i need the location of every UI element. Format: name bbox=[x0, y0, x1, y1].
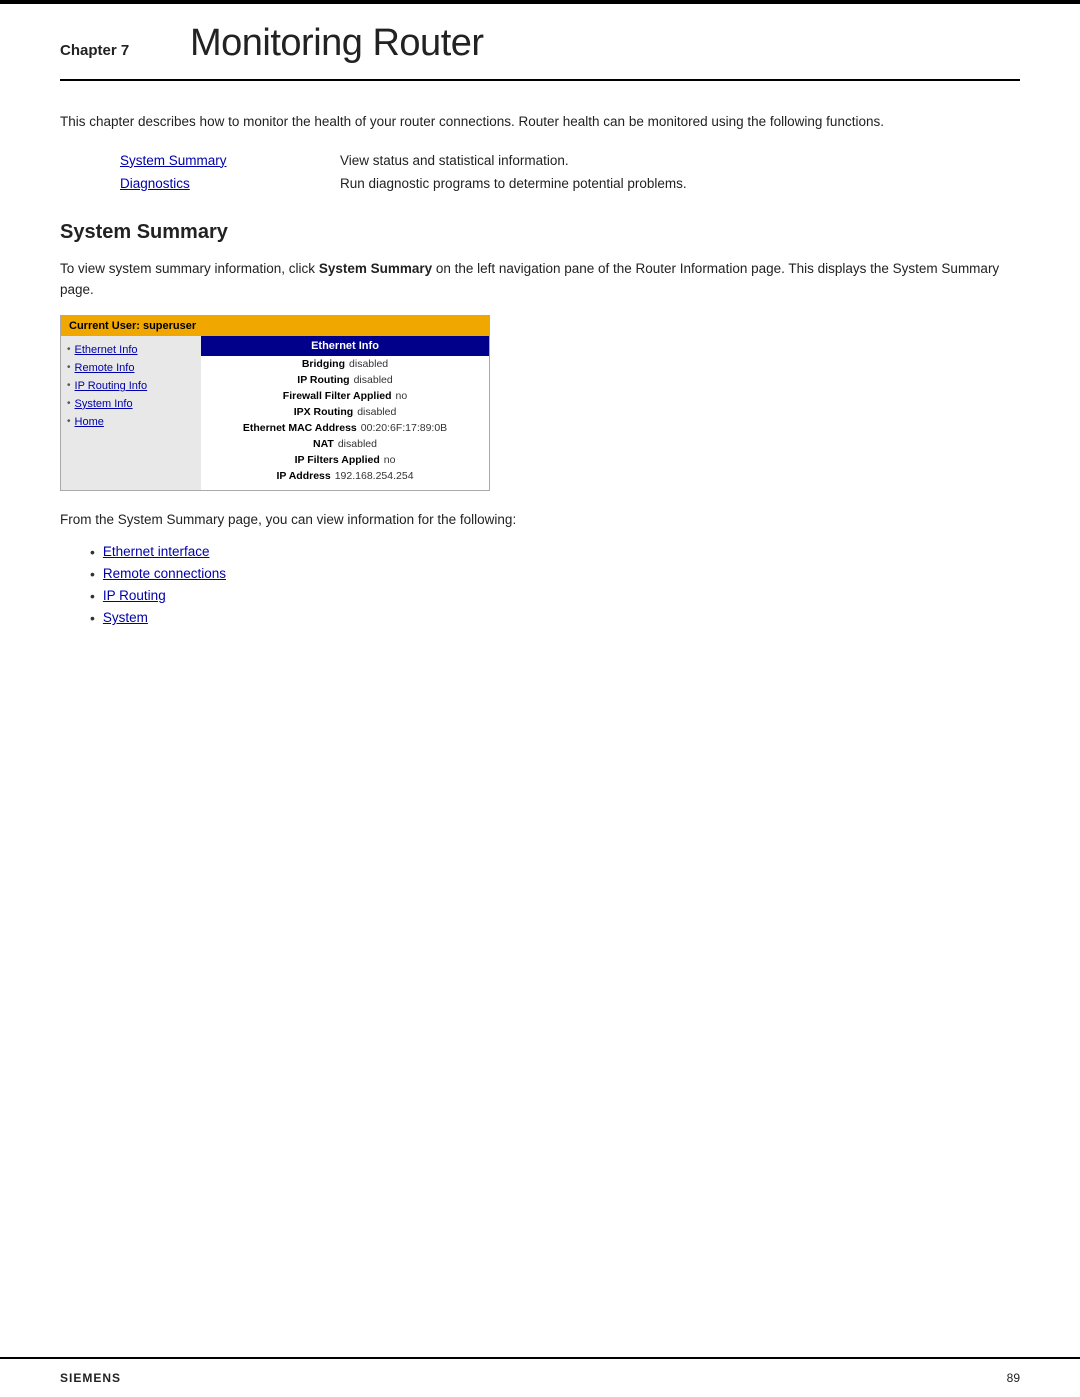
router-top-bar: Current User: superuser bbox=[61, 316, 489, 336]
system-summary-heading: System Summary bbox=[60, 221, 1020, 244]
value-ipfilters: no bbox=[384, 454, 396, 466]
nav-item-remote[interactable]: • Remote Info bbox=[67, 362, 195, 374]
bullet-5: • bbox=[67, 416, 71, 427]
info-row-ipxrouting: IPX Routing disabled bbox=[201, 404, 489, 420]
list-item-remote: Remote connections bbox=[90, 566, 1020, 582]
nav-link-remote[interactable]: Remote Info bbox=[75, 362, 135, 374]
footer: SIEMENS 89 bbox=[0, 1357, 1080, 1397]
label-bridging: Bridging bbox=[302, 358, 345, 370]
label-nat: NAT bbox=[313, 438, 334, 450]
chapter-header: Chapter 7 Monitoring Router bbox=[0, 4, 1080, 79]
info-row-ipaddress: IP Address 192.168.254.254 bbox=[201, 468, 489, 484]
value-bridging: disabled bbox=[349, 358, 388, 370]
info-row-bridging: Bridging disabled bbox=[201, 356, 489, 372]
features-list: Ethernet interface Remote connections IP… bbox=[90, 544, 1020, 626]
label-iprouting: IP Routing bbox=[297, 374, 349, 386]
info-row-nat: NAT disabled bbox=[201, 436, 489, 452]
bullet-4: • bbox=[67, 398, 71, 409]
list-item-system: System bbox=[90, 610, 1020, 626]
nav-link-system[interactable]: System Info bbox=[75, 398, 133, 410]
chapter-title: Monitoring Router bbox=[190, 22, 484, 65]
system-summary-link[interactable]: System Summary bbox=[120, 153, 260, 168]
value-iprouting: disabled bbox=[354, 374, 393, 386]
value-ipxrouting: disabled bbox=[357, 406, 396, 418]
intro-text: This chapter describes how to monitor th… bbox=[60, 111, 1020, 133]
label-ipxrouting: IPX Routing bbox=[294, 406, 354, 418]
after-screenshot-text: From the System Summary page, you can vi… bbox=[60, 509, 1020, 531]
value-nat: disabled bbox=[338, 438, 377, 450]
nav-item-iprouting[interactable]: • IP Routing Info bbox=[67, 380, 195, 392]
function-desc-2: Run diagnostic programs to determine pot… bbox=[340, 176, 687, 191]
diagnostics-link[interactable]: Diagnostics bbox=[120, 176, 260, 191]
list-item-iprouting: IP Routing bbox=[90, 588, 1020, 604]
label-ipfilters: IP Filters Applied bbox=[295, 454, 380, 466]
content-area: This chapter describes how to monitor th… bbox=[0, 81, 1080, 692]
bullet-3: • bbox=[67, 380, 71, 391]
bullet-2: • bbox=[67, 362, 71, 373]
footer-page: 89 bbox=[1007, 1371, 1020, 1385]
function-row-1: System Summary View status and statistic… bbox=[120, 153, 1020, 168]
router-nav: • Ethernet Info • Remote Info • IP Routi… bbox=[61, 336, 201, 490]
nav-item-home[interactable]: • Home bbox=[67, 416, 195, 428]
nav-link-ethernet[interactable]: Ethernet Info bbox=[75, 344, 138, 356]
system-link[interactable]: System bbox=[103, 610, 148, 625]
info-row-ipfilters: IP Filters Applied no bbox=[201, 452, 489, 468]
function-row-2: Diagnostics Run diagnostic programs to d… bbox=[120, 176, 1020, 191]
ip-routing-link[interactable]: IP Routing bbox=[103, 588, 166, 603]
router-content: Ethernet Info Bridging disabled IP Routi… bbox=[201, 336, 489, 490]
info-row-mac: Ethernet MAC Address 00:20:6F:17:89:0B bbox=[201, 420, 489, 436]
value-mac: 00:20:6F:17:89:0B bbox=[361, 422, 447, 434]
router-screenshot: Current User: superuser • Ethernet Info … bbox=[60, 315, 490, 491]
bullet-1: • bbox=[67, 344, 71, 355]
info-row-iprouting: IP Routing disabled bbox=[201, 372, 489, 388]
chapter-label: Chapter 7 bbox=[60, 42, 150, 59]
nav-link-home[interactable]: Home bbox=[75, 416, 104, 428]
label-firewall: Firewall Filter Applied bbox=[283, 390, 392, 402]
value-firewall: no bbox=[396, 390, 408, 402]
nav-item-ethernet[interactable]: • Ethernet Info bbox=[67, 344, 195, 356]
bold-system-summary: System Summary bbox=[319, 261, 432, 276]
system-summary-text: To view system summary information, clic… bbox=[60, 258, 1020, 301]
list-item-ethernet: Ethernet interface bbox=[90, 544, 1020, 560]
footer-brand: SIEMENS bbox=[60, 1371, 121, 1385]
label-ipaddress: IP Address bbox=[276, 470, 330, 482]
router-body: • Ethernet Info • Remote Info • IP Routi… bbox=[61, 336, 489, 490]
label-mac: Ethernet MAC Address bbox=[243, 422, 357, 434]
nav-item-system[interactable]: • System Info bbox=[67, 398, 195, 410]
ethernet-interface-link[interactable]: Ethernet interface bbox=[103, 544, 210, 559]
function-desc-1: View status and statistical information. bbox=[340, 153, 569, 168]
value-ipaddress: 192.168.254.254 bbox=[335, 470, 414, 482]
remote-connections-link[interactable]: Remote connections bbox=[103, 566, 226, 581]
nav-link-iprouting[interactable]: IP Routing Info bbox=[75, 380, 148, 392]
info-row-firewall: Firewall Filter Applied no bbox=[201, 388, 489, 404]
function-table: System Summary View status and statistic… bbox=[120, 153, 1020, 191]
router-info-header: Ethernet Info bbox=[201, 336, 489, 356]
